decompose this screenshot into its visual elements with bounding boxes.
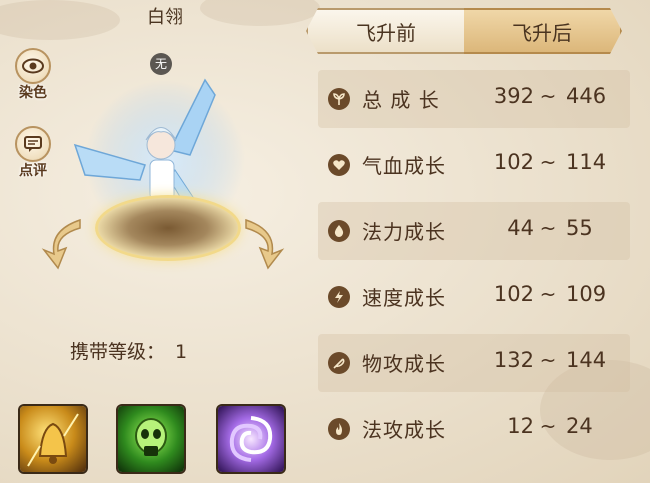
eye-icon <box>15 48 51 84</box>
stat-row-hp: 气血成长 102 ~ 114 <box>318 136 630 194</box>
stat-max: 109 <box>566 282 607 306</box>
carry-level: 携带等级： 1 <box>70 338 270 366</box>
rotate-right-button[interactable] <box>240 210 286 270</box>
skill-slot-3[interactable] <box>218 406 284 472</box>
stat-separator: ~ <box>539 348 557 372</box>
stat-label: 法力成长 <box>362 220 446 244</box>
stat-max: 24 <box>566 414 593 438</box>
rotate-left-arrow-icon <box>41 218 81 270</box>
stat-separator: ~ <box>539 84 557 108</box>
feather-icon <box>328 352 350 374</box>
lightning-icon <box>328 286 350 308</box>
sprout-icon <box>328 88 350 110</box>
stat-label: 速度成长 <box>362 286 446 310</box>
stat-row-total: 总 成 长 392 ~ 446 <box>318 70 630 128</box>
stat-row-mana: 法力成长 44 ~ 55 <box>318 202 630 260</box>
stat-row-phys-atk: 物攻成长 132 ~ 144 <box>318 334 630 392</box>
stat-label: 物攻成长 <box>362 352 446 376</box>
rotate-left-button[interactable] <box>40 210 86 270</box>
skill-slot-2[interactable] <box>118 406 184 472</box>
stat-min: 392 <box>493 84 534 108</box>
stat-max: 144 <box>566 348 607 372</box>
pet-platform <box>95 195 241 261</box>
dye-label: 染色 <box>19 85 47 101</box>
stat-min: 132 <box>493 348 534 372</box>
stat-row-speed: 速度成长 102 ~ 109 <box>318 268 630 326</box>
stat-row-magic-atk: 法攻成长 12 ~ 24 <box>318 400 630 458</box>
stat-min: 44 <box>507 216 534 240</box>
golden-bell-skill-icon <box>27 413 79 467</box>
stat-label: 气血成长 <box>362 154 446 178</box>
stat-min: 102 <box>493 150 534 174</box>
tab-after-ascension[interactable]: 飞升后 <box>464 8 622 54</box>
poison-skull-skill-icon <box>135 418 167 456</box>
stat-label: 总 成 长 <box>362 88 440 112</box>
comment-icon <box>15 126 51 162</box>
skill-slot-1[interactable] <box>20 406 86 472</box>
heart-icon <box>328 154 350 176</box>
background-cloud <box>0 0 120 40</box>
ascension-tabs: 飞升前 飞升后 <box>306 8 626 54</box>
review-label: 点评 <box>19 163 47 179</box>
carry-level-value: 1 <box>175 341 188 363</box>
dye-button[interactable]: 染色 <box>10 48 56 104</box>
stat-separator: ~ <box>539 216 557 240</box>
rotate-right-arrow-icon <box>245 218 285 270</box>
stat-separator: ~ <box>539 414 557 438</box>
stat-min: 12 <box>507 414 534 438</box>
stat-max: 114 <box>566 150 607 174</box>
background-cloud <box>200 0 320 26</box>
stat-max: 55 <box>566 216 593 240</box>
flame-icon <box>328 418 350 440</box>
droplet-icon <box>328 220 350 242</box>
stat-separator: ~ <box>539 150 557 174</box>
stat-separator: ~ <box>539 282 557 306</box>
tab-before-ascension[interactable]: 飞升前 <box>306 8 464 54</box>
stat-max: 446 <box>566 84 607 108</box>
carry-level-label: 携带等级： <box>70 341 166 363</box>
stat-label: 法攻成长 <box>362 418 446 442</box>
purple-swirl-skill-icon <box>229 416 273 462</box>
review-button[interactable]: 点评 <box>10 126 56 182</box>
pet-name: 白翎 <box>147 7 183 28</box>
stat-min: 102 <box>493 282 534 306</box>
